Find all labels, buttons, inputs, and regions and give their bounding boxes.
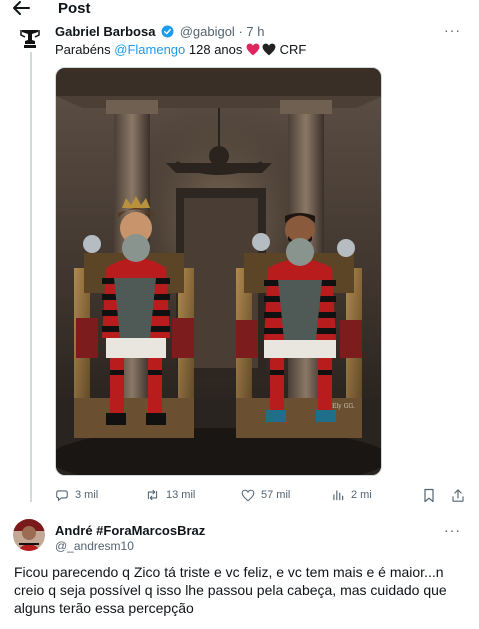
reply-more-options-button[interactable]: ··· [444,522,461,538]
author-name[interactable]: Gabriel Barbosa [55,24,155,39]
author-avatar[interactable] [17,25,43,51]
bookmark-icon [424,488,434,502]
share-icon [452,488,464,502]
thread-line [30,52,32,502]
like-button[interactable]: 57 mil [241,486,290,504]
author-handle[interactable]: @gabigol [180,24,235,39]
back-button[interactable] [12,0,34,18]
separator-dot: · [238,24,243,39]
reply-button[interactable]: 3 mil [55,486,98,504]
views-chart-icon [333,490,344,501]
page-title: Post [58,0,91,17]
tweet-actions: 3 mil 13 mil 57 mil 2 mi [55,486,475,504]
repost-icon [147,489,158,501]
tweet-text-prefix: Parabéns [55,42,115,57]
views-button[interactable]: 2 mi [331,486,372,504]
reply-author-name[interactable]: André #ForaMarcosBraz [55,523,205,538]
comment-icon [56,490,68,502]
arrow-left-icon [13,1,30,15]
views-count: 2 mi [351,489,372,501]
black-heart-icon [262,43,276,56]
tweet-text-middle: 128 anos [185,42,246,57]
tweet-text: Parabéns @Flamengo 128 anos CRF [55,42,306,58]
avatar-photo [13,519,45,551]
share-button[interactable] [451,486,471,504]
tweet-text-suffix: CRF [276,42,307,57]
top-bar: Post [0,0,479,20]
more-options-button[interactable]: ··· [444,22,461,38]
repost-button[interactable]: 13 mil [145,486,195,504]
reply-text: Ficou parecendo q Zico tá triste e vc fe… [14,564,447,616]
verified-badge-icon [161,25,174,38]
like-count: 57 mil [261,489,291,501]
heart-outline-icon [241,489,255,501]
tweet-media-image[interactable]: Ely GG. [55,67,382,476]
tweet-header: Gabriel Barbosa @gabigol · 7 h [55,24,264,39]
throne-artwork [56,68,381,475]
mention-link[interactable]: @Flamengo [114,42,185,57]
repost-count: 13 mil [166,489,196,501]
red-heart-icon [246,43,260,56]
reply-author-avatar[interactable] [13,519,45,551]
trophy-avatar-icon [17,25,43,51]
tweet-time[interactable]: 7 h [246,24,264,39]
image-watermark: Ely GG. [332,403,355,410]
bookmark-button[interactable] [423,486,441,504]
reply-author-handle[interactable]: @_andresm10 [55,539,134,553]
reply-count: 3 mil [75,489,99,501]
